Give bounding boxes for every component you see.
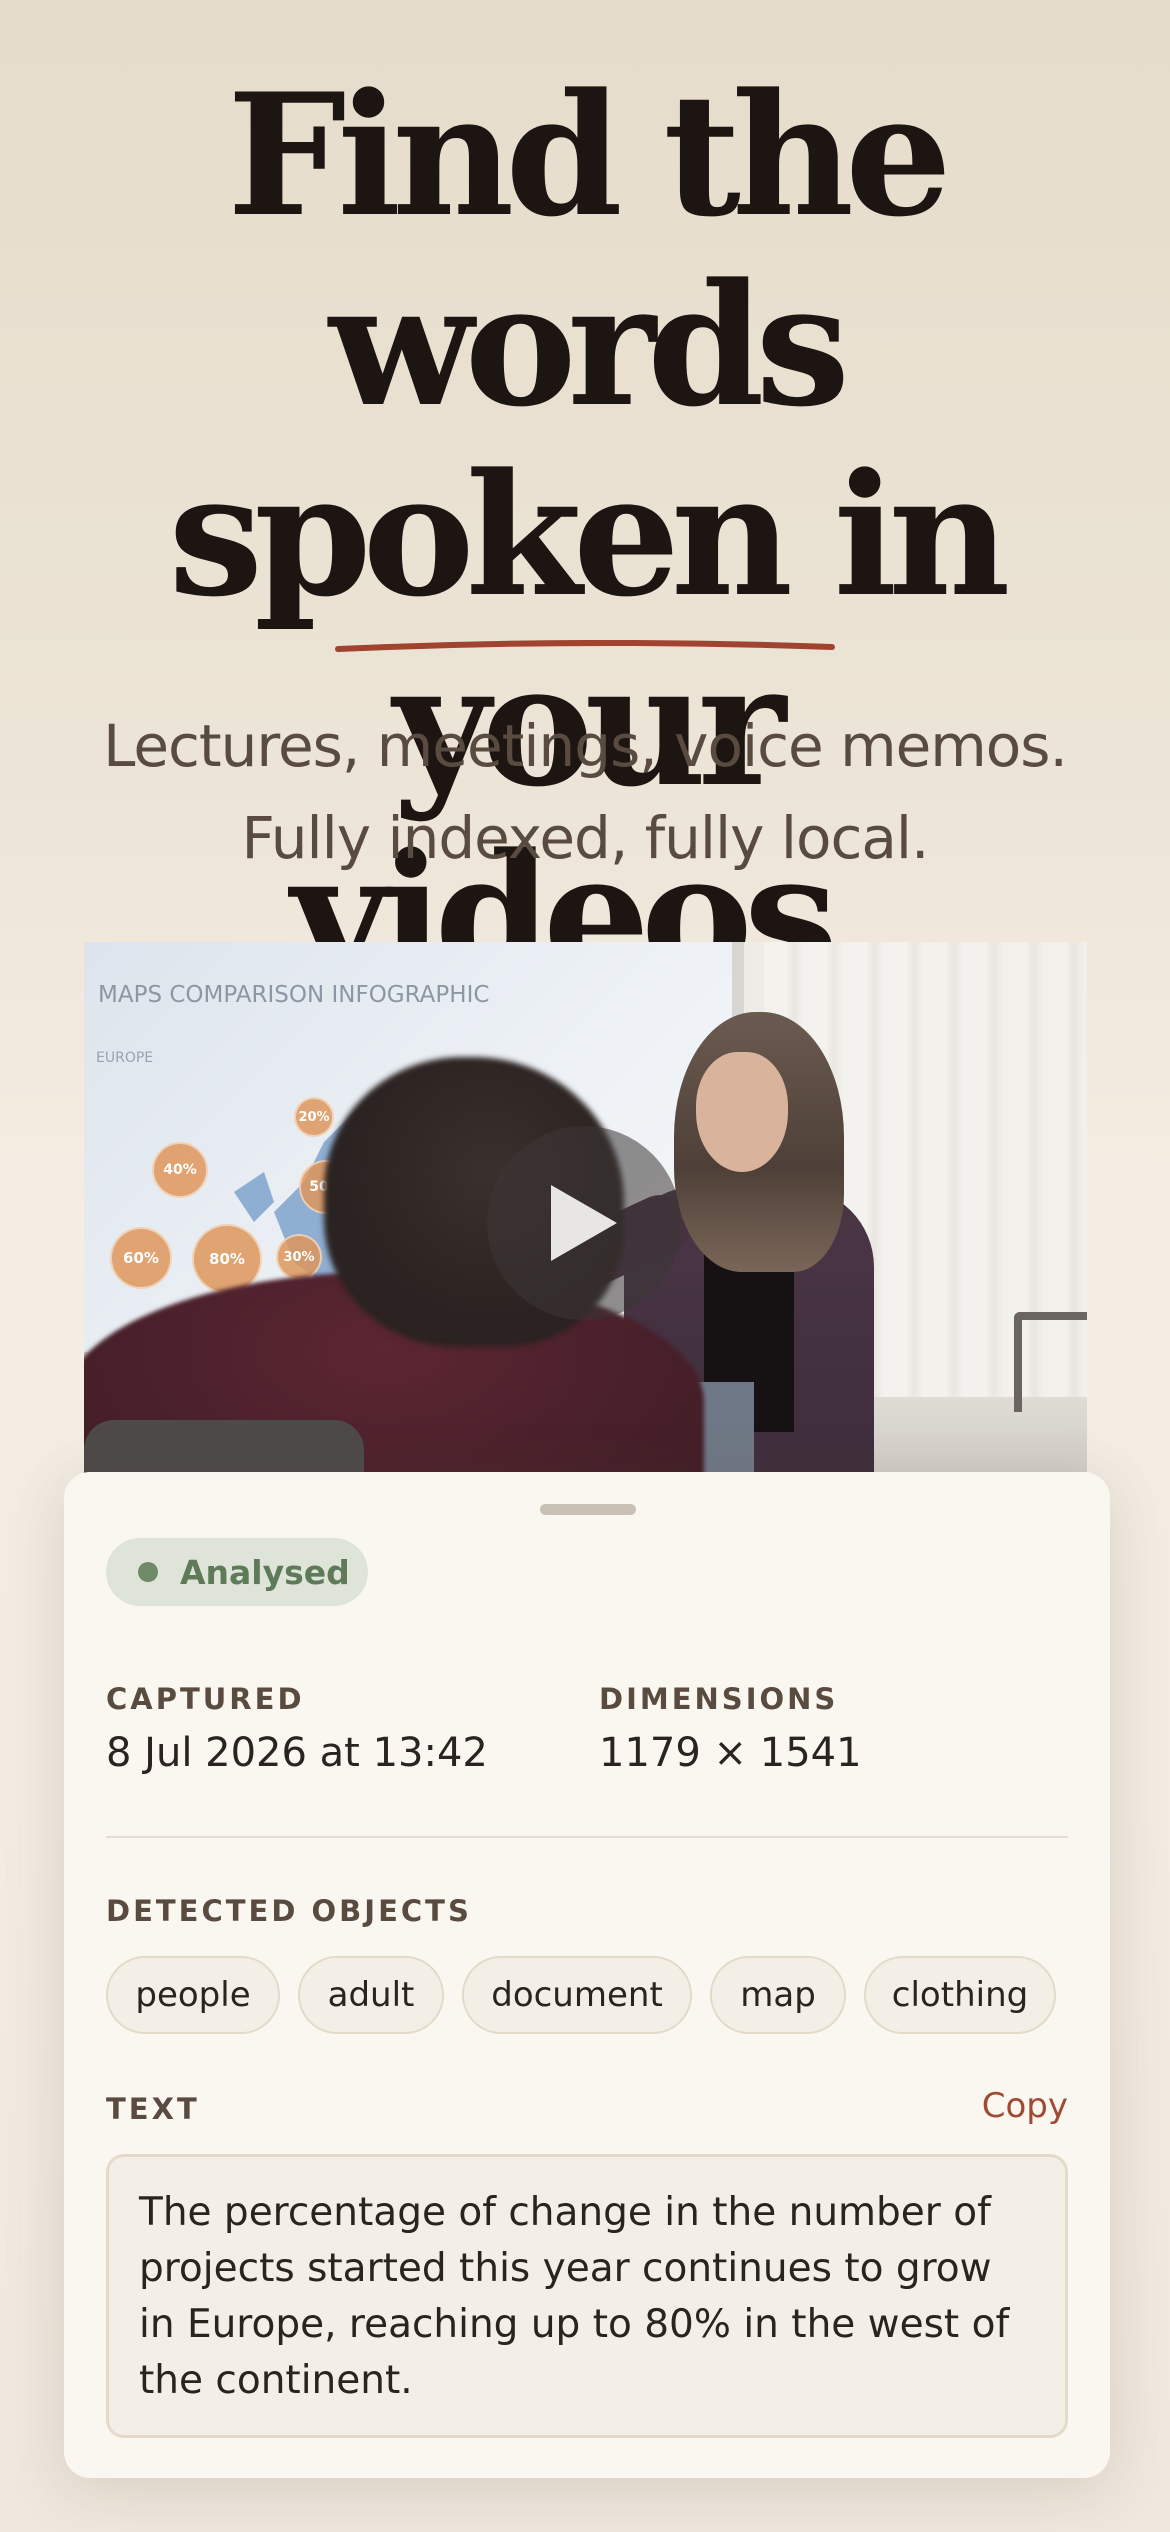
chair [1014,1312,1087,1412]
captured-label: CAPTURED [106,1682,305,1716]
subtitle-line-1: Lectures, meetings, voice memos. [103,712,1068,780]
map-bubble: 60% [110,1227,172,1289]
map-bubble: 30% [276,1234,322,1280]
captured-value: 8 Jul 2026 at 13:42 [106,1730,488,1776]
play-icon [551,1185,617,1261]
object-chip-people[interactable]: people [106,1956,280,2034]
map-bubble: 20% [294,1097,334,1137]
status-badge: Analysed [106,1538,368,1606]
object-chip-clothing[interactable]: clothing [864,1956,1056,2034]
object-chip-document[interactable]: document [462,1956,692,2034]
hero-title-line-1: Find the words [227,56,952,444]
copy-button[interactable]: Copy [982,2086,1068,2126]
divider [106,1836,1068,1838]
dimensions-value: 1179 × 1541 [599,1730,862,1776]
status-dot-icon [138,1562,158,1582]
recognized-text: The percentage of change in the number o… [106,2154,1068,2438]
detected-objects-label: DETECTED OBJECTS [106,1894,472,1928]
hero-subtitle: Lectures, meetings, voice memos. Fully i… [0,700,1170,884]
presenter-face [696,1052,788,1172]
title-underline [335,640,835,652]
map-bubble: 40% [152,1142,208,1198]
object-chip-map[interactable]: map [710,1956,846,2034]
details-sheet: Analysed CAPTURED 8 Jul 2026 at 13:42 DI… [64,1472,1110,2478]
screen-title: MAPS COMPARISON INFOGRAPHIC [98,982,490,1008]
object-chips: people adult document map clothing [106,1956,1056,2034]
video-player[interactable]: MAPS COMPARISON INFOGRAPHIC EUROPE 20% 4… [84,942,1087,1482]
status-label: Analysed [180,1552,350,1592]
subtitle-line-2: Fully indexed, fully local. [241,804,930,872]
dimensions-label: DIMENSIONS [599,1682,839,1716]
drag-handle[interactable] [540,1504,636,1515]
screen-subtitle: EUROPE [96,1050,154,1066]
object-chip-adult[interactable]: adult [298,1956,444,2034]
text-label: TEXT [106,2092,200,2126]
play-button[interactable] [487,1126,681,1320]
